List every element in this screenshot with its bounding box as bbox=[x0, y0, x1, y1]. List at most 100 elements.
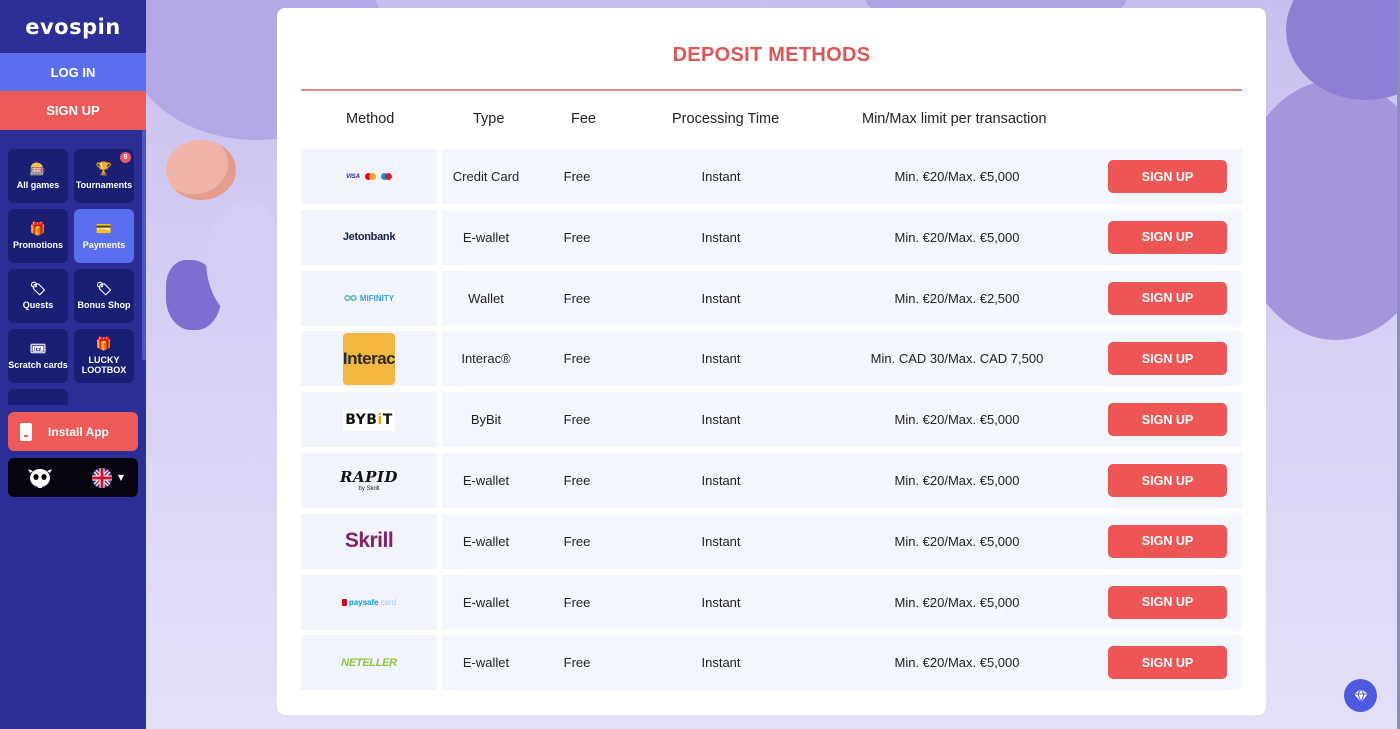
limits-cell: Min. €20/Max. €5,000 bbox=[894, 594, 1020, 610]
row-signup-button[interactable]: SIGN UP bbox=[1108, 646, 1227, 680]
method-logo-cell: NETELLER bbox=[301, 635, 437, 691]
menu-item-all-games[interactable]: 🎰 All games bbox=[8, 149, 68, 203]
maestro-icon bbox=[381, 173, 392, 180]
chevron-down-icon: ▼ bbox=[117, 473, 124, 482]
interac-logo-text: Interac bbox=[342, 348, 396, 368]
method-logo-cell: Skrill bbox=[301, 513, 437, 569]
menu-item-scratch-cards[interactable]: 🎟 Scratch cards bbox=[8, 329, 68, 383]
menu-item-partial[interactable] bbox=[8, 389, 68, 405]
deposit-methods-card: DEPOSIT METHODS Method Type Fee Processi… bbox=[277, 8, 1266, 715]
limits-cell: Min. CAD 30/Max. CAD 7,500 bbox=[870, 351, 1044, 367]
brand-logo[interactable]: evospin bbox=[0, 0, 146, 53]
mifinity-logo: MIFINITY bbox=[344, 294, 394, 303]
menu-item-lucky-lootbox[interactable]: 🎁 LUCKY LOOTBOX bbox=[74, 329, 134, 383]
processing-time-cell: Instant bbox=[701, 473, 741, 488]
row-signup-button[interactable]: SIGN UP bbox=[1108, 403, 1227, 437]
processing-time-cell: Instant bbox=[701, 412, 741, 428]
sidebar-footer: ▼ bbox=[8, 458, 138, 497]
method-logo-cell: Jetonbank bbox=[301, 209, 437, 265]
menu-item-label: All games bbox=[16, 180, 60, 190]
row-signup-button[interactable]: SIGN UP bbox=[1108, 464, 1227, 497]
lootbox-icon: 🎁 bbox=[95, 336, 113, 351]
table-row: MIFINITY Wallet Free Instant Min. €20/Max. €… bbox=[301, 270, 1242, 326]
bybit-logo-text-c: T bbox=[382, 411, 393, 428]
processing-time-cell: Instant bbox=[701, 169, 741, 184]
row-signup-button[interactable]: SIGN UP bbox=[1108, 160, 1227, 193]
limits-cell: Min. €20/Max. €5,000 bbox=[894, 169, 1020, 184]
row-signup-button[interactable]: SIGN UP bbox=[1108, 281, 1227, 315]
row-signup-button[interactable]: SIGN UP bbox=[1108, 524, 1227, 558]
table-row: VISA Credit Card Free Instant Min. €20/Max. … bbox=[301, 149, 1242, 204]
table-row: RAPID by Skrill E-wallet Free Instant Min. €2… bbox=[301, 453, 1242, 508]
gift-icon: 🎁 bbox=[29, 221, 47, 236]
fee-cell: Free bbox=[563, 290, 591, 306]
row-signup-button[interactable]: SIGN UP bbox=[1108, 585, 1227, 619]
lock-icon bbox=[341, 598, 347, 606]
mascot-icon[interactable] bbox=[28, 467, 52, 489]
type-cell: Credit Card bbox=[452, 169, 520, 184]
limits-cell: Min. €20/Max. €5,000 bbox=[894, 533, 1020, 549]
infinity-icon bbox=[344, 295, 357, 302]
mifinity-logo-text: MIFINITY bbox=[359, 293, 395, 303]
method-logo-cell: MIFINITY bbox=[301, 270, 437, 326]
price-tag-icon: 🏷 bbox=[95, 281, 113, 296]
menu-item-label: Tournaments bbox=[75, 180, 133, 190]
type-cell: Interac® bbox=[461, 351, 511, 367]
neteller-logo: NETELLER bbox=[341, 656, 397, 669]
limits-cell: Min. €20/Max. €5,000 bbox=[894, 229, 1020, 245]
fee-cell: Free bbox=[563, 169, 591, 184]
slot-machine-icon: 🎰 bbox=[29, 161, 47, 176]
fee-cell: Free bbox=[563, 473, 591, 488]
limits-cell: Min. €20/Max. €2,500 bbox=[894, 290, 1020, 306]
row-signup-button[interactable]: SIGN UP bbox=[1108, 342, 1227, 376]
menu-item-promotions[interactable]: 🎁 Promotions bbox=[8, 209, 68, 263]
notification-badge: 9 bbox=[120, 152, 131, 163]
tag-icon: 🏷 bbox=[29, 281, 47, 296]
table-row: Interac Interac® Free Instant Min. CAD 30/Ma… bbox=[301, 331, 1242, 387]
language-selector[interactable]: ▼ bbox=[91, 467, 124, 488]
phone-icon bbox=[20, 422, 32, 441]
cards-logo: VISA bbox=[346, 173, 392, 180]
menu-item-label: Promotions bbox=[12, 240, 63, 250]
processing-time-cell: Instant bbox=[701, 290, 741, 306]
header-type: Type bbox=[473, 111, 505, 127]
mastercard-icon bbox=[365, 173, 376, 180]
row-signup-button[interactable]: SIGN UP bbox=[1108, 220, 1227, 254]
chat-support-icon bbox=[1353, 687, 1368, 703]
fee-cell: Free bbox=[563, 594, 591, 610]
fee-cell: Free bbox=[563, 533, 591, 549]
method-logo-cell: Interac bbox=[301, 331, 437, 387]
rapid-logo-subtext: by Skrill bbox=[358, 485, 380, 492]
trophy-icon: 🏆 bbox=[95, 161, 113, 176]
fee-cell: Free bbox=[563, 412, 591, 428]
skrill-logo: Skrill bbox=[344, 529, 394, 553]
fee-cell: Free bbox=[563, 229, 591, 245]
wallet-icon: 💳 bbox=[95, 221, 113, 236]
menu-item-payments[interactable]: 💳 Payments bbox=[74, 209, 134, 263]
signup-button[interactable]: SIGN UP bbox=[0, 91, 146, 130]
chat-support-button[interactable] bbox=[1344, 679, 1377, 712]
fee-cell: Free bbox=[563, 351, 591, 367]
menu-item-label: Bonus Shop bbox=[77, 300, 131, 310]
paysafecard-logo-text-a: paysafe bbox=[348, 597, 379, 607]
paysafecard-logo: paysafe card bbox=[341, 597, 397, 607]
menu-grid: 🎰 All games 🏆 Tournaments 9 🎁 Promotions 💳 Payme… bbox=[0, 149, 146, 405]
header-method: Method bbox=[346, 111, 395, 127]
limits-cell: Min. €20/Max. €5,000 bbox=[894, 655, 1020, 671]
brand-logo-text: evospin bbox=[25, 14, 121, 39]
login-button[interactable]: LOG IN bbox=[0, 53, 146, 91]
menu-item-tournaments[interactable]: 🏆 Tournaments 9 bbox=[74, 149, 134, 203]
type-cell: E-wallet bbox=[462, 229, 510, 245]
header-processing-time: Processing Time bbox=[672, 111, 780, 127]
rapid-logo: RAPID by Skrill bbox=[340, 469, 398, 492]
sidebar: evospin LOG IN SIGN UP 🎰 All games 🏆 Tourna… bbox=[0, 0, 146, 729]
type-cell: ByBit bbox=[470, 412, 502, 428]
menu-item-quests[interactable]: 🏷 Quests bbox=[8, 269, 68, 323]
install-app-button[interactable]: Install App bbox=[8, 412, 138, 451]
method-logo-cell: VISA bbox=[301, 149, 437, 204]
sidebar-menu: 🎰 All games 🏆 Tournaments 9 🎁 Promotions 💳 Payme… bbox=[0, 130, 146, 405]
limits-cell: Min. €20/Max. €5,000 bbox=[894, 412, 1020, 428]
sidebar-scrollbar[interactable] bbox=[142, 130, 146, 360]
paysafecard-logo-text-b: card bbox=[380, 597, 397, 607]
menu-item-bonus-shop[interactable]: 🏷 Bonus Shop bbox=[74, 269, 134, 323]
